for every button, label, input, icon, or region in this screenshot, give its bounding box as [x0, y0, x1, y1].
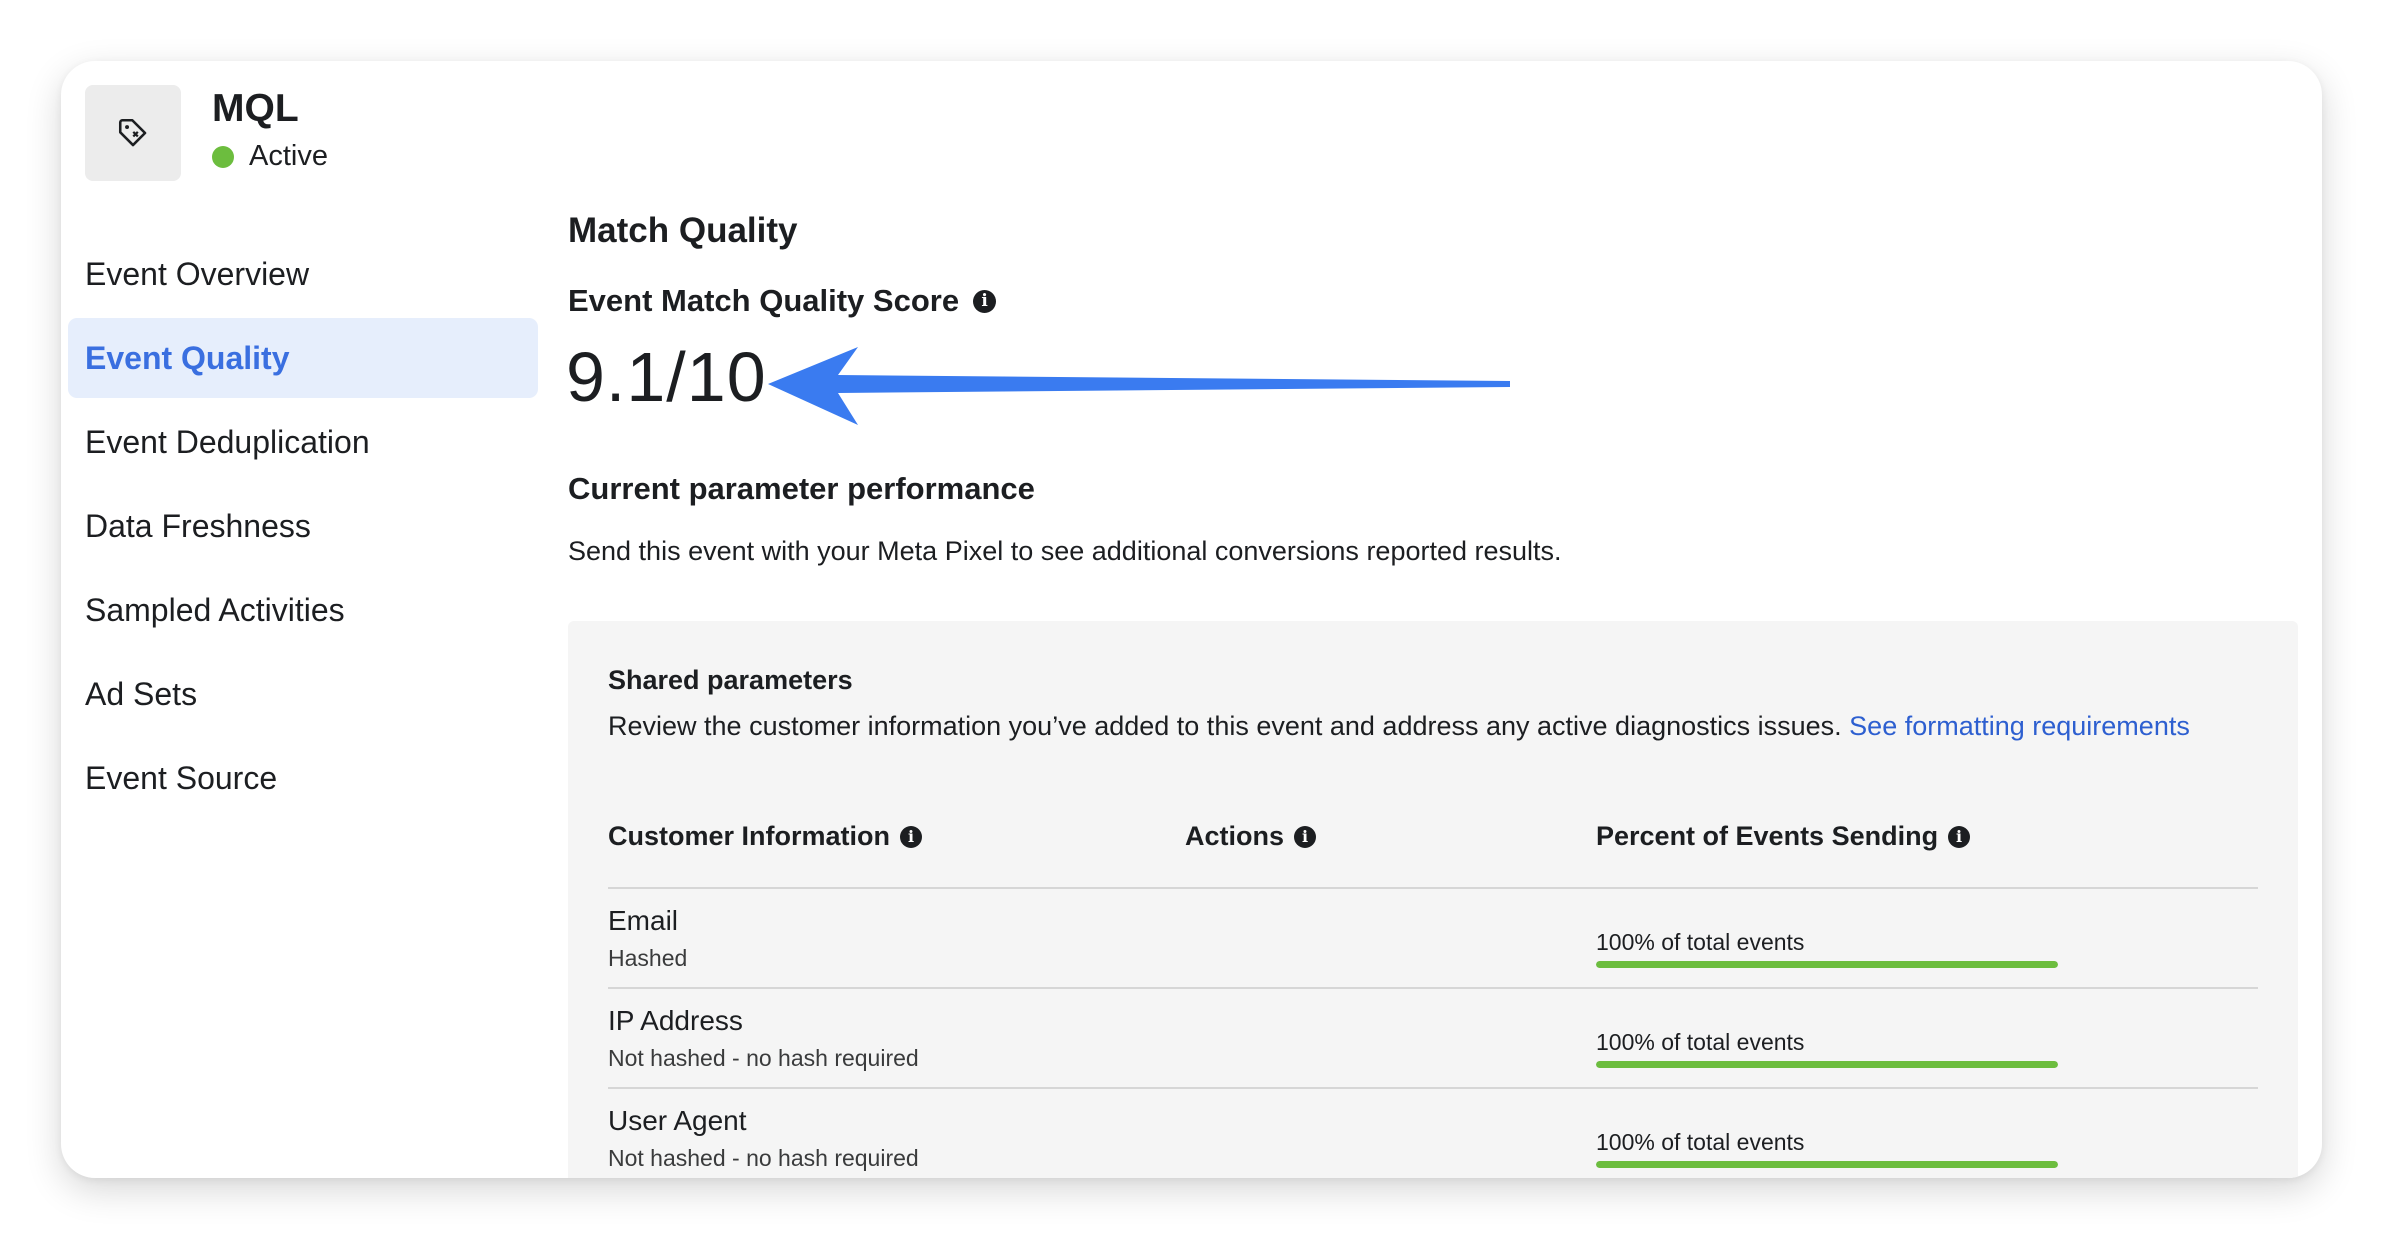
sidebar-nav: Event Overview Event Quality Event Dedup…	[68, 234, 538, 822]
info-icon[interactable]: i	[1948, 825, 1971, 848]
arrow-annotation-icon	[768, 347, 1510, 425]
sidebar-item-event-deduplication[interactable]: Event Deduplication	[68, 402, 538, 482]
sidebar-item-sampled-activities[interactable]: Sampled Activities	[68, 570, 538, 650]
sidebar-item-event-quality[interactable]: Event Quality	[68, 318, 538, 398]
event-title: MQL	[212, 87, 299, 130]
parameter-name: Email	[608, 905, 679, 936]
column-label: Percent of Events Sending	[1596, 821, 1939, 851]
percent-label: 100% of total events	[1596, 929, 1805, 955]
sidebar-item-ad-sets[interactable]: Ad Sets	[68, 654, 538, 734]
status-label: Active	[249, 140, 328, 172]
sidebar-item-data-freshness[interactable]: Data Freshness	[68, 486, 538, 566]
shared-parameters-description: Review the customer information you’ve a…	[608, 711, 2190, 742]
performance-description: Send this event with your Meta Pixel to …	[568, 536, 1562, 566]
tag-icon	[85, 85, 181, 181]
match-quality-score: 9.1/10	[566, 338, 767, 416]
sidebar-item-event-source[interactable]: Event Source	[68, 738, 538, 818]
column-header-percent-sending: Percent of Events Sending i	[1596, 821, 1971, 852]
formatting-requirements-link[interactable]: See formatting requirements	[1849, 711, 2190, 741]
section-title: Match Quality	[568, 211, 798, 250]
main-content: Match Quality Event Match Quality Score …	[566, 61, 2322, 1178]
table-row: Email Hashed 100% of total events	[608, 889, 2258, 987]
info-icon[interactable]: i	[1294, 825, 1317, 848]
parameter-hash-status: Not hashed - no hash required	[608, 1045, 919, 1071]
percent-label: 100% of total events	[1596, 1129, 1805, 1155]
shared-parameters-panel: Shared parameters Review the customer in…	[568, 621, 2298, 1178]
shared-parameters-text: Review the customer information you’ve a…	[608, 711, 1850, 741]
parameter-hash-status: Not hashed - no hash required	[608, 1145, 919, 1171]
parameter-name: User Agent	[608, 1105, 747, 1136]
parameter-name: IP Address	[608, 1005, 743, 1036]
parameter-hash-status: Hashed	[608, 945, 688, 971]
percent-bar	[1596, 961, 2058, 968]
percent-bar-fill	[1596, 1061, 2058, 1068]
column-header-actions: Actions i	[1185, 821, 1317, 852]
status-dot-icon	[212, 145, 234, 168]
column-label: Actions	[1185, 821, 1285, 851]
column-label: Customer Information	[608, 821, 891, 851]
percent-label: 100% of total events	[1596, 1029, 1805, 1055]
table-row: User Agent Not hashed - no hash required…	[608, 1089, 2258, 1178]
score-label: Event Match Quality Score	[568, 283, 960, 318]
percent-bar	[1596, 1061, 2058, 1068]
percent-bar-fill	[1596, 961, 2058, 968]
sidebar-item-event-overview[interactable]: Event Overview	[68, 234, 538, 314]
info-icon[interactable]: i	[973, 289, 997, 313]
shared-parameters-title: Shared parameters	[608, 665, 853, 695]
column-header-customer-information: Customer Information i	[608, 821, 923, 852]
percent-bar-fill	[1596, 1161, 2058, 1168]
table-row: IP Address Not hashed - no hash required…	[608, 989, 2258, 1087]
score-heading: Event Match Quality Score i	[568, 283, 997, 319]
info-icon[interactable]: i	[900, 825, 923, 848]
performance-title: Current parameter performance	[568, 471, 1035, 506]
percent-bar	[1596, 1161, 2058, 1168]
event-status: Active	[212, 140, 328, 173]
event-details-card: MQL Active Event Overview Event Quality …	[61, 61, 2322, 1178]
